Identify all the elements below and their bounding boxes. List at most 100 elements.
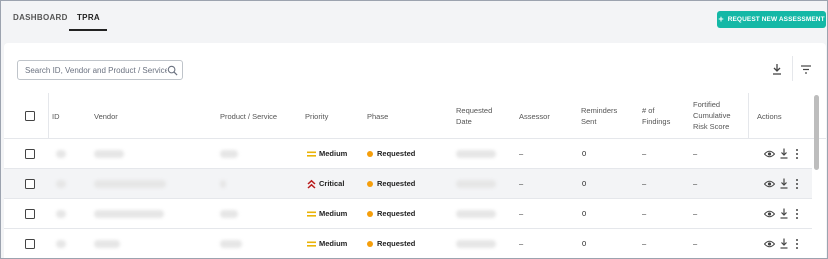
redacted-product	[220, 210, 238, 218]
phase-status-dot	[367, 241, 373, 247]
phase-label: Requested	[377, 209, 416, 218]
table-row[interactable]: Medium Requested – 0 – –	[4, 139, 812, 169]
risk-score-value: –	[693, 239, 698, 248]
header-assessor[interactable]: Assessor	[519, 111, 550, 122]
header-fortified-line2: Cumulative	[693, 111, 731, 120]
table-row[interactable]: Medium Requested – 0 – –	[4, 199, 812, 229]
reminders-value: 0	[582, 149, 587, 158]
redacted-requested-date	[456, 150, 496, 158]
header-reminders-sent[interactable]: Reminders Sent	[581, 105, 617, 127]
toolbar-divider	[792, 56, 793, 81]
search-input[interactable]	[25, 65, 167, 75]
header-requested-date-line2: Date	[456, 117, 472, 126]
header-id[interactable]: ID	[52, 111, 60, 122]
reminders-value: 0	[582, 239, 587, 248]
findings-value: –	[642, 209, 647, 218]
eye-icon[interactable]	[764, 209, 775, 219]
redacted-product	[220, 180, 226, 188]
header-fortified-line1: Fortified	[693, 100, 721, 109]
download-icon[interactable]	[779, 178, 789, 189]
tab-dashboard[interactable]: DASHBOARD	[13, 13, 68, 31]
header-product-service[interactable]: Product / Service	[220, 111, 277, 122]
priority-label: Medium	[319, 149, 348, 158]
redacted-id	[56, 180, 66, 188]
phase-status-dot	[367, 151, 373, 157]
app-frame: DASHBOARD TPRA + REQUEST NEW ASSESSMENT	[0, 0, 828, 259]
redacted-product	[220, 150, 238, 158]
assessor-value: –	[519, 149, 524, 158]
row-checkbox[interactable]	[25, 239, 35, 249]
header-requested-date-line1: Requested	[456, 106, 493, 115]
risk-score-value: –	[693, 149, 698, 158]
download-icon[interactable]	[779, 238, 789, 249]
redacted-id	[56, 150, 66, 158]
redacted-id	[56, 210, 66, 218]
table-row[interactable]: Critical Requested – 0 – –	[4, 169, 812, 199]
table-row[interactable]: Medium Requested – 0 – –	[4, 229, 812, 258]
assessments-card: ID Vendor Product / Service Priority Pha…	[4, 43, 826, 258]
header-fortified-line3: Risk Score	[693, 122, 730, 131]
more-vertical-icon[interactable]	[794, 178, 800, 190]
more-vertical-icon[interactable]	[794, 208, 800, 220]
reminders-value: 0	[582, 209, 587, 218]
header-actions: Actions	[757, 112, 782, 121]
plus-icon: +	[718, 14, 724, 24]
reminders-value: 0	[582, 179, 587, 188]
priority-label: Medium	[319, 239, 348, 248]
redacted-vendor	[94, 210, 164, 218]
download-icon[interactable]	[779, 148, 789, 159]
select-all-checkbox[interactable]	[25, 111, 35, 121]
phase-status-dot	[367, 211, 373, 217]
redacted-requested-date	[456, 240, 496, 248]
header-findings-line2: Findings	[642, 117, 671, 126]
header-findings[interactable]: # of Findings	[642, 105, 670, 127]
redacted-id	[56, 240, 66, 248]
table-scrollbar[interactable]	[814, 95, 819, 170]
phase-label: Requested	[377, 179, 416, 188]
redacted-vendor	[94, 240, 120, 248]
redacted-vendor	[94, 180, 166, 188]
header-priority[interactable]: Priority	[305, 111, 328, 122]
search-box[interactable]	[17, 60, 183, 80]
equals-icon	[307, 211, 316, 217]
more-vertical-icon[interactable]	[794, 148, 800, 160]
download-icon[interactable]	[771, 63, 783, 75]
request-new-assessment-label: REQUEST NEW ASSESSMENT	[727, 16, 825, 23]
row-checkbox[interactable]	[25, 209, 35, 219]
eye-icon[interactable]	[764, 149, 775, 159]
column-divider	[48, 93, 49, 138]
phase-label: Requested	[377, 239, 416, 248]
header-requested-date[interactable]: Requested Date	[456, 105, 492, 127]
table-header: ID Vendor Product / Service Priority Pha…	[4, 93, 826, 139]
double-chevron-up-icon	[307, 179, 316, 189]
redacted-requested-date	[456, 210, 496, 218]
phase-label: Requested	[377, 149, 416, 158]
request-new-assessment-button[interactable]: + REQUEST NEW ASSESSMENT	[717, 11, 826, 28]
more-vertical-icon[interactable]	[794, 238, 800, 250]
eye-icon[interactable]	[764, 179, 775, 189]
eye-icon[interactable]	[764, 239, 775, 249]
equals-icon	[307, 151, 316, 157]
findings-value: –	[642, 239, 647, 248]
assessor-value: –	[519, 209, 524, 218]
risk-score-value: –	[693, 179, 698, 188]
findings-value: –	[642, 179, 647, 188]
redacted-requested-date	[456, 180, 496, 188]
risk-score-value: –	[693, 209, 698, 218]
row-checkbox[interactable]	[25, 149, 35, 159]
priority-label: Critical	[319, 179, 345, 188]
redacted-product	[220, 240, 242, 248]
filter-icon[interactable]	[800, 64, 812, 75]
header-vendor[interactable]: Vendor	[94, 111, 118, 122]
priority-label: Medium	[319, 209, 348, 218]
header-reminders-line2: Sent	[581, 117, 597, 126]
row-checkbox[interactable]	[25, 179, 35, 189]
download-icon[interactable]	[779, 208, 789, 219]
phase-status-dot	[367, 181, 373, 187]
findings-value: –	[642, 149, 647, 158]
redacted-vendor	[94, 150, 124, 158]
header-fortified-risk-score[interactable]: Fortified Cumulative Risk Score	[693, 99, 731, 132]
header-phase[interactable]: Phase	[367, 111, 388, 122]
assessor-value: –	[519, 179, 524, 188]
search-icon[interactable]	[167, 65, 178, 76]
